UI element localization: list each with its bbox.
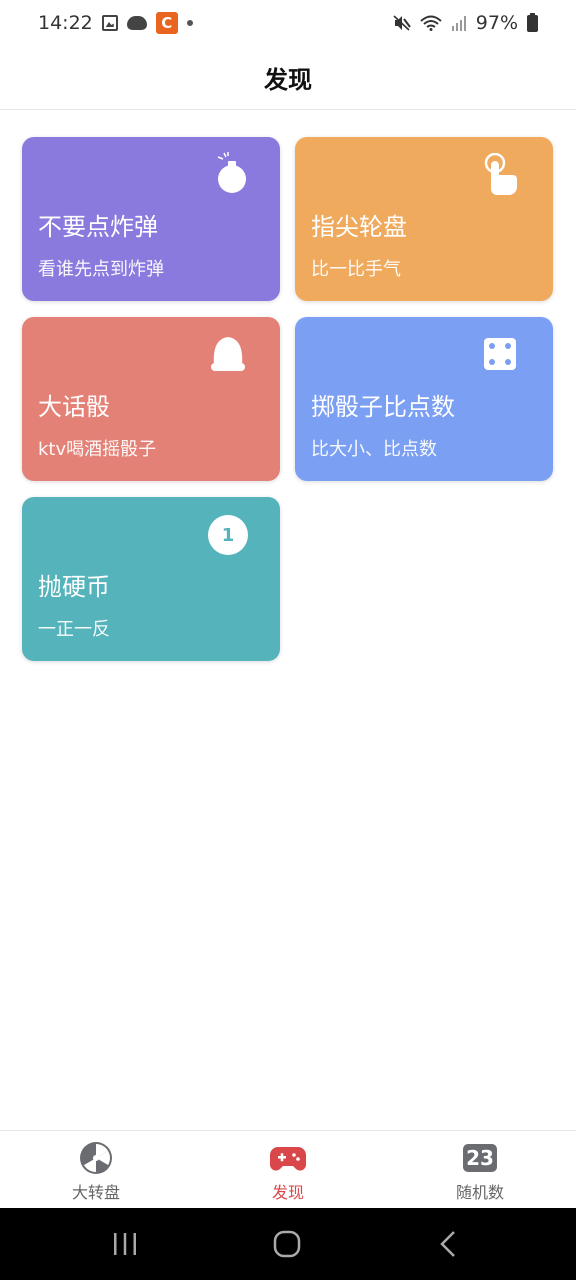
card-throw-dice[interactable]: 掷骰子比点数 比大小、比点数 [295, 317, 553, 481]
gallery-icon [101, 15, 118, 31]
signal-icon [451, 16, 466, 31]
coin-icon: 1 [208, 515, 248, 555]
card-liars-dice[interactable]: 大话骰 ktv喝酒摇骰子 [22, 317, 280, 481]
dice-icon [484, 338, 516, 370]
nav-label: 发现 [271, 1183, 304, 1202]
wifi-icon [420, 15, 442, 31]
nav-item-random-number[interactable]: 23 随机数 [384, 1131, 576, 1208]
card-title: 掷骰子比点数 [311, 393, 455, 421]
status-left: 14:22 C [38, 12, 193, 34]
card-finger-roulette[interactable]: 指尖轮盘 比一比手气 [295, 137, 553, 301]
app-notification-icon: C [155, 12, 178, 34]
status-right: 97% [393, 12, 538, 34]
bomb-icon [217, 152, 246, 193]
system-nav-bar [0, 1208, 576, 1280]
card-title: 大话骰 [38, 393, 110, 421]
card-bomb-game[interactable]: 不要点炸弹 看谁先点到炸弹 [22, 137, 280, 301]
nav-label: 大转盘 [71, 1183, 120, 1202]
card-title: 不要点炸弹 [38, 213, 158, 241]
tap-finger-icon [484, 153, 517, 195]
nav-item-wheel[interactable]: 大转盘 [0, 1131, 192, 1208]
page-title: 发现 [264, 66, 312, 94]
back-icon[interactable] [438, 1230, 458, 1258]
card-coin-flip[interactable]: 1 抛硬币 一正一反 [22, 497, 280, 661]
card-title: 指尖轮盘 [311, 213, 407, 241]
dice-cup-icon [211, 337, 245, 371]
cloud-icon [126, 16, 147, 30]
random-number-icon: 23 [463, 1144, 497, 1172]
mute-icon [393, 15, 411, 31]
battery-percent: 97% [475, 12, 518, 34]
coin-icon-text: 1 [221, 524, 235, 546]
random-number-icon-text: 23 [466, 1146, 494, 1170]
card-subtitle: ktv喝酒摇骰子 [38, 439, 157, 460]
bottom-nav: 大转盘 发现 23 随机数 [0, 1130, 576, 1208]
more-notifications-icon [186, 20, 193, 26]
battery-icon [527, 12, 538, 32]
nav-item-discover[interactable]: 发现 [192, 1131, 384, 1208]
home-icon[interactable] [273, 1230, 301, 1258]
recent-apps-icon[interactable] [112, 1230, 138, 1258]
card-subtitle: 比大小、比点数 [311, 439, 437, 460]
title-bar: 发现 [0, 46, 576, 110]
card-subtitle: 看谁先点到炸弹 [38, 259, 164, 280]
card-subtitle: 比一比手气 [311, 259, 401, 280]
card-subtitle: 一正一反 [38, 619, 110, 640]
status-bar: 14:22 C 97% [0, 0, 576, 46]
card-title: 抛硬币 [38, 573, 110, 601]
wheel-icon [80, 1142, 112, 1174]
nav-label: 随机数 [455, 1183, 504, 1202]
status-time: 14:22 [38, 12, 93, 34]
gamepad-icon [270, 1147, 306, 1171]
